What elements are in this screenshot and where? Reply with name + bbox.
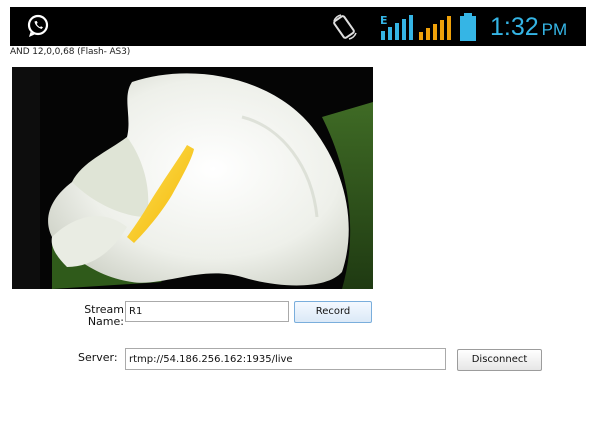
clock-time: 1:32 <box>490 13 539 41</box>
camera-preview <box>12 67 373 289</box>
clock-ampm: PM <box>541 20 568 39</box>
record-button[interactable]: Record <box>294 301 372 323</box>
cellular-signal-icon <box>419 16 451 40</box>
server-label: Server: <box>78 351 118 364</box>
battery-icon <box>460 13 476 41</box>
screen-rotation-icon <box>333 14 357 40</box>
calla-lily-image <box>12 67 373 289</box>
clock: 1:32 PM <box>490 11 567 46</box>
data-type-label: E <box>380 14 388 27</box>
server-input[interactable] <box>125 348 446 370</box>
mobile-data-signal-icon: E <box>380 14 413 40</box>
disconnect-button[interactable]: Disconnect <box>457 349 542 371</box>
version-text: AND 12,0,0,68 (Flash- AS3) <box>10 47 131 57</box>
whatsapp-icon <box>27 14 49 37</box>
stream-name-label: Stream Name: <box>84 303 124 328</box>
status-bar: E 1:32 PM <box>10 7 586 46</box>
stream-name-input[interactable] <box>125 301 289 322</box>
